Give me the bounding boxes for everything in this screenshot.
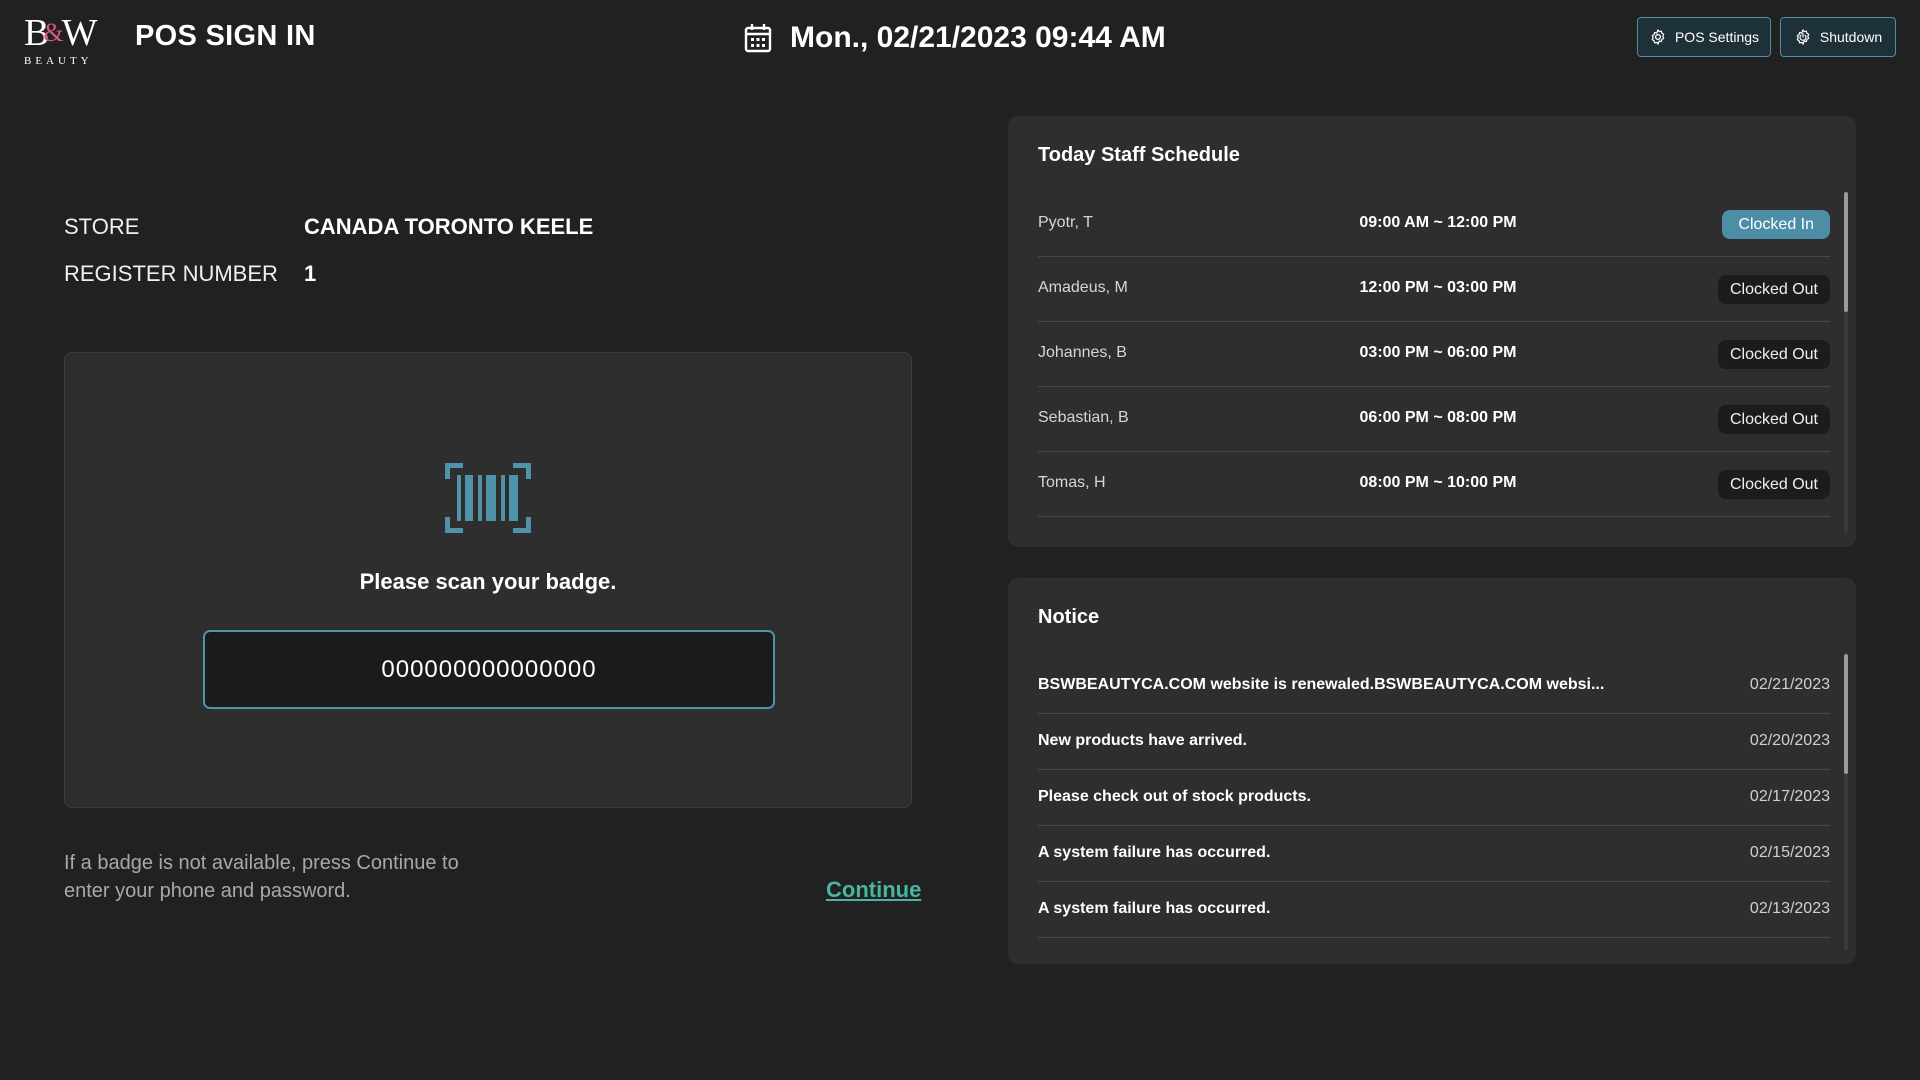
notice-item[interactable]: BSWBEAUTYCA.COM website is renewaled.BSW…: [1038, 658, 1830, 714]
power-icon: [1796, 29, 1810, 45]
register-label: REGISTER NUMBER: [64, 261, 278, 286]
header-bar: B&W BEAUTY POS SIGN IN Mon., 02/21/2023 …: [0, 0, 1920, 76]
notice-item[interactable]: A system failure has occurred. 02/13/202…: [1038, 882, 1830, 938]
staff-name: Pyotr, T: [1038, 214, 1093, 231]
notice-item[interactable]: New products have arrived. 02/20/2023: [1038, 714, 1830, 770]
gear-icon: [1651, 29, 1665, 45]
status-badge: Clocked Out: [1717, 275, 1830, 304]
notice-item[interactable]: A system failure has occurred. 02/15/202…: [1038, 826, 1830, 882]
schedule-row: Amadeus, M 12:00 PM ~ 03:00 PM Clocked O…: [1038, 257, 1830, 322]
store-label: STORE: [64, 214, 140, 239]
schedule-row: Sebastian, B 06:00 PM ~ 08:00 PM Clocked…: [1038, 387, 1830, 452]
notice-text: A system failure has occurred.: [1038, 900, 1271, 917]
schedule-title: Today Staff Schedule: [1038, 144, 1240, 166]
schedule-list: Pyotr, T 09:00 AM ~ 12:00 PM Clocked In …: [1038, 192, 1830, 517]
register-value: 1: [304, 261, 317, 286]
notice-date: 02/15/2023: [1749, 844, 1830, 861]
notice-text: New products have arrived.: [1038, 732, 1247, 749]
shift-time: 09:00 AM ~ 12:00 PM: [1359, 214, 1517, 231]
schedule-row: Johannes, B 03:00 PM ~ 06:00 PM Clocked …: [1038, 322, 1830, 387]
staff-schedule-panel: Today Staff Schedule Pyotr, T 09:00 AM ~…: [1008, 116, 1856, 547]
pos-settings-label: POS Settings: [1674, 29, 1760, 45]
badge-input[interactable]: [203, 630, 775, 709]
notice-text: A system failure has occurred.: [1038, 844, 1271, 861]
pos-settings-button[interactable]: POS Settings: [1637, 17, 1771, 57]
notice-date: 02/20/2023: [1749, 732, 1830, 749]
notice-scrollbar[interactable]: [1844, 654, 1848, 950]
help-text: If a badge is not available, press Conti…: [64, 852, 459, 902]
notice-panel: Notice BSWBEAUTYCA.COM website is renewa…: [1008, 578, 1856, 964]
staff-name: Amadeus, M: [1038, 279, 1128, 296]
datetime-text: Mon., 02/21/2023 09:44 AM: [790, 21, 1166, 54]
shift-time: 12:00 PM ~ 03:00 PM: [1359, 279, 1517, 296]
shift-time: 03:00 PM ~ 06:00 PM: [1359, 344, 1517, 361]
staff-name: Johannes, B: [1038, 344, 1127, 361]
logo-ampersand: &: [43, 18, 63, 47]
barcode-scan-icon: [445, 463, 531, 533]
continue-link[interactable]: Continue: [826, 877, 921, 903]
badge-scan-card: Please scan your badge.: [64, 352, 912, 808]
schedule-scrollbar[interactable]: [1844, 192, 1848, 533]
notice-item[interactable]: Please check out of stock products. 02/1…: [1038, 770, 1830, 826]
store-info-row: STORE CANADA TORONTO KEELE: [64, 214, 593, 240]
shift-time: 06:00 PM ~ 08:00 PM: [1359, 409, 1517, 426]
notice-title: Notice: [1038, 606, 1100, 628]
brand-logo: B&W BEAUTY: [24, 12, 97, 67]
notice-list: BSWBEAUTYCA.COM website is renewaled.BSW…: [1038, 658, 1830, 938]
status-badge: Clocked Out: [1717, 340, 1830, 369]
page-title: POS SIGN IN: [135, 20, 316, 52]
schedule-row: Tomas, H 08:00 PM ~ 10:00 PM Clocked Out: [1038, 452, 1830, 517]
shutdown-label: Shutdown: [1819, 29, 1883, 45]
shutdown-button[interactable]: Shutdown: [1780, 17, 1896, 57]
register-info-row: REGISTER NUMBER 1: [64, 261, 316, 287]
current-datetime: Mon., 02/21/2023 09:44 AM: [744, 18, 1166, 58]
shift-time: 08:00 PM ~ 10:00 PM: [1359, 474, 1517, 491]
status-badge: Clocked Out: [1717, 405, 1830, 434]
notice-date: 02/17/2023: [1749, 788, 1830, 805]
schedule-row: Pyotr, T 09:00 AM ~ 12:00 PM Clocked In: [1038, 192, 1830, 257]
notice-scrollbar-thumb[interactable]: [1844, 654, 1848, 774]
store-value: CANADA TORONTO KEELE: [304, 214, 594, 239]
scan-prompt: Please scan your badge.: [359, 569, 617, 594]
logo-subtitle: BEAUTY: [24, 55, 93, 67]
calendar-icon: [744, 24, 772, 53]
staff-name: Sebastian, B: [1038, 409, 1129, 426]
schedule-scrollbar-thumb[interactable]: [1844, 192, 1848, 312]
status-badge: Clocked In: [1722, 210, 1830, 239]
staff-name: Tomas, H: [1038, 474, 1106, 491]
notice-text: Please check out of stock products.: [1038, 788, 1311, 805]
status-badge: Clocked Out: [1717, 470, 1830, 499]
notice-date: 02/13/2023: [1749, 900, 1830, 917]
notice-text: BSWBEAUTYCA.COM website is renewaled.BSW…: [1038, 676, 1605, 693]
notice-date: 02/21/2023: [1749, 676, 1830, 693]
logo-mark: B&W: [24, 12, 97, 54]
